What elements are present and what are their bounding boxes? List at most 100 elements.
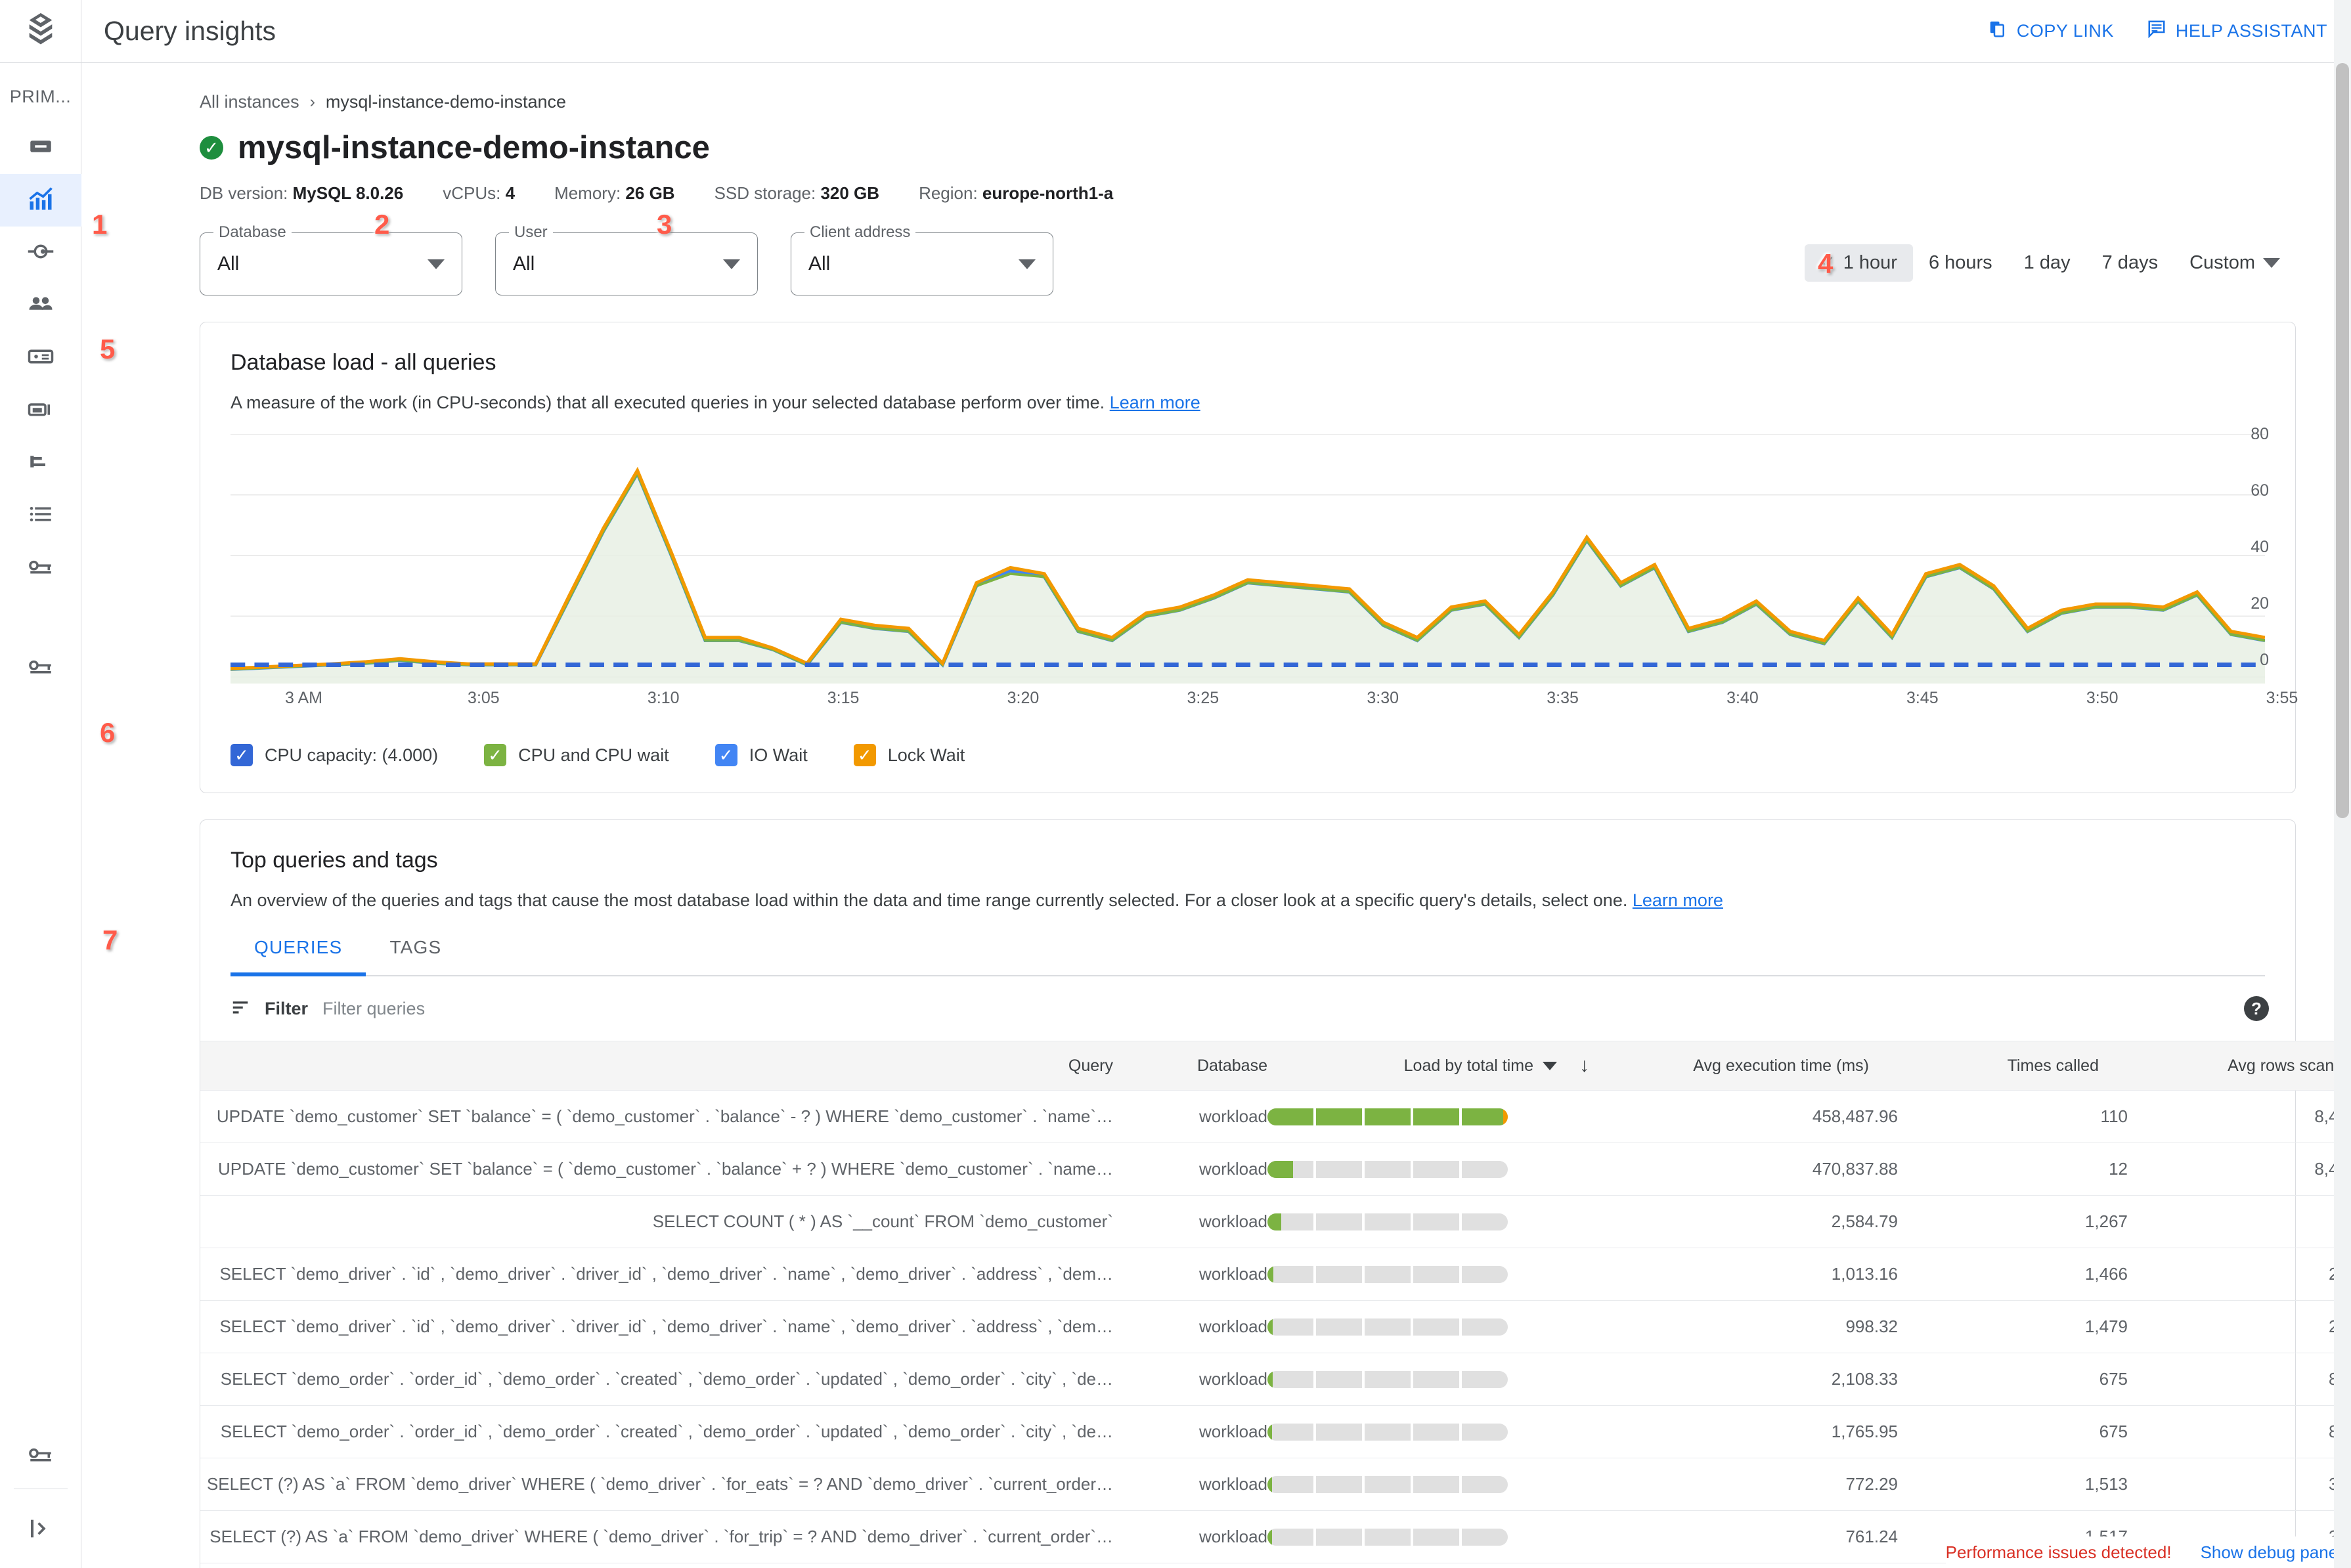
load-bar-segment <box>1365 1108 1411 1125</box>
sidebar-item-operations[interactable] <box>0 489 81 542</box>
sidebar-item-users[interactable] <box>0 279 81 332</box>
top-bar-actions: COPY LINK HELP ASSISTANT <box>1988 19 2327 43</box>
col-database[interactable]: Database <box>1113 1041 1267 1091</box>
sidebar-item-overview[interactable] <box>0 121 81 174</box>
product-logo[interactable] <box>0 0 81 63</box>
load-bar-segment <box>1267 1108 1313 1125</box>
user-filter-select[interactable]: User All <box>495 223 758 295</box>
load-bar-segment <box>1316 1318 1362 1336</box>
top-queries-header: Top queries and tags An overview of the … <box>200 820 2295 976</box>
show-debug-panel-link[interactable]: Show debug panel <box>2201 1542 2342 1563</box>
legend-cpu-and-cpu-wait-label: CPU and CPU wait <box>518 745 669 765</box>
top-queries-tabs: QUERIES TAGS <box>231 937 2265 976</box>
load-bar-segment <box>1413 1528 1459 1546</box>
key-icon-2 <box>27 653 55 684</box>
meta-db-version: DB version: MySQL 8.0.26 <box>200 183 404 203</box>
chevron-down-icon <box>1019 259 1036 269</box>
table-row[interactable]: SELECT COUNT ( * ) AS `__count` FROM `de… <box>200 1195 2351 1248</box>
instance-meta-row: DB version: MySQL 8.0.26 vCPUs: 4 Memory… <box>200 183 2296 204</box>
legend-cpu-capacity[interactable]: ✓ CPU capacity: (4.000) <box>231 744 438 766</box>
load-bar-segment <box>1462 1213 1508 1230</box>
legend-io-wait[interactable]: ✓ IO Wait <box>714 744 808 766</box>
tab-queries[interactable]: QUERIES <box>231 937 366 976</box>
cell-load-bar <box>1267 1510 1589 1563</box>
cell-avg-execution-time: 998.32 <box>1589 1300 1898 1353</box>
col-avg-rows-scanned[interactable]: Avg rows scanned <box>2128 1041 2351 1091</box>
load-bar-segment <box>1316 1265 1362 1283</box>
database-load-chart[interactable]: 80 60 40 20 0 3 AM 3:05 3:10 3:15 3:20 3:25 3:… <box>231 425 2298 716</box>
load-bar-segment <box>1462 1265 1508 1283</box>
sidebar-item-keys[interactable] <box>0 642 81 694</box>
sidebar-item-replicas[interactable] <box>0 437 81 489</box>
legend-cpu-and-cpu-wait[interactable]: ✓ CPU and CPU wait <box>484 744 669 766</box>
time-range-1-hour[interactable]: ✓ 1 hour <box>1805 244 1913 282</box>
table-row[interactable]: SELECT (?) AS `a` FROM `demo_driver` WHE… <box>200 1458 2351 1511</box>
load-bar-segment <box>1413 1318 1459 1336</box>
time-range-6-hours[interactable]: 6 hours <box>1913 244 2008 282</box>
table-row[interactable]: UPDATE `demo_customer` SET `balance` = (… <box>200 1143 2351 1196</box>
time-range-7-days[interactable]: 7 days <box>2086 244 2174 282</box>
load-bar-segment <box>1365 1265 1411 1283</box>
sidebar-item-connections[interactable] <box>0 227 81 279</box>
table-row[interactable]: SELECT `demo_driver` . `id` , `demo_driv… <box>200 1248 2351 1301</box>
x-tick-label: 3:15 <box>827 689 860 707</box>
sidebar-item-query-insights[interactable] <box>0 174 81 227</box>
load-bar-fill <box>1413 1108 1459 1125</box>
y-tick-0: 0 <box>2260 651 2269 669</box>
help-assistant-button[interactable]: HELP ASSISTANT <box>2147 19 2327 43</box>
help-icon[interactable]: ? <box>2244 996 2269 1021</box>
checkbox-checked-icon[interactable]: ✓ <box>714 744 737 766</box>
sidebar-item-backups[interactable] <box>0 384 81 437</box>
database-load-learn-more-link[interactable]: Learn more <box>1110 393 1200 412</box>
cell-times-called: 110 <box>1898 1090 2128 1143</box>
key-icon-3 <box>27 1441 55 1471</box>
load-bar-segment <box>1413 1370 1459 1388</box>
page-root: PRIM... Query insights COPY LINK HELP AS… <box>0 0 2351 1568</box>
legend-lock-wait[interactable]: ✓ Lock Wait <box>853 744 965 766</box>
table-row[interactable]: SELECT `demo_order` . `order_id` , `demo… <box>200 1353 2351 1406</box>
page-scrollbar[interactable] <box>2334 0 2351 1568</box>
table-row[interactable]: SELECT `demo_driver` . `id` , `demo_driv… <box>200 1300 2351 1353</box>
queries-filter-bar: Filter Filter queries ? <box>200 976 2295 1041</box>
page-scrollbar-thumb[interactable] <box>2336 63 2349 818</box>
col-load-by-total-time[interactable]: Load by total time ↓ <box>1267 1041 1589 1091</box>
load-bar <box>1267 1318 1508 1336</box>
filter-queries-input[interactable]: Filter queries <box>322 999 425 1019</box>
cell-database: workload <box>1113 1353 1267 1406</box>
sidebar-expand-button[interactable] <box>0 1489 81 1568</box>
checkbox-checked-icon[interactable]: ✓ <box>484 744 507 766</box>
col-query[interactable]: Query <box>200 1041 1113 1091</box>
overview-icon <box>27 133 55 163</box>
load-bar-segment <box>1462 1423 1508 1441</box>
col-avg-execution-time[interactable]: Avg execution time (ms) <box>1589 1041 1898 1091</box>
y-tick-20: 20 <box>2251 594 2269 613</box>
client-address-filter-select[interactable]: Client address All <box>791 223 1053 295</box>
queries-table-header-row: Query Database Load by total time ↓ Avg … <box>200 1041 2351 1091</box>
cell-avg-execution-time: 1,381.14 <box>1589 1563 1898 1568</box>
load-bar-segment <box>1462 1108 1508 1125</box>
cell-avg-rows-scanned: 339,459 <box>2128 1458 2351 1511</box>
sidebar-item-databases[interactable] <box>0 332 81 384</box>
time-range-custom[interactable]: Custom <box>2174 244 2296 282</box>
backups-icon <box>27 395 55 426</box>
col-times-called[interactable]: Times called <box>1898 1041 2128 1091</box>
table-row[interactable]: SELECT `demo_order` . `order_id` , `demo… <box>200 1405 2351 1458</box>
tab-tags[interactable]: TAGS <box>366 937 465 975</box>
breadcrumb-current[interactable]: mysql-instance-demo-instance <box>326 92 566 112</box>
breadcrumb-all-instances[interactable]: All instances <box>200 92 299 112</box>
time-range-1-day[interactable]: 1 day <box>2008 244 2086 282</box>
filter-icon[interactable] <box>231 997 250 1020</box>
load-bar-segment <box>1365 1370 1411 1388</box>
sidebar-item-security[interactable] <box>0 542 81 594</box>
top-queries-learn-more-link[interactable]: Learn more <box>1633 890 1723 910</box>
replicas-icon <box>27 448 55 479</box>
load-bar-segment <box>1316 1370 1362 1388</box>
table-row[interactable]: UPDATE `demo_customer` SET `balance` = (… <box>200 1090 2351 1143</box>
copy-link-button[interactable]: COPY LINK <box>1988 19 2114 43</box>
database-filter-select[interactable]: Database All <box>200 223 462 295</box>
checkbox-checked-icon[interactable]: ✓ <box>231 744 253 766</box>
sidebar-item-migrations[interactable] <box>0 1429 81 1482</box>
load-bar-fill <box>1316 1108 1362 1125</box>
cell-avg-execution-time: 2,108.33 <box>1589 1353 1898 1406</box>
checkbox-checked-icon[interactable]: ✓ <box>853 744 876 766</box>
